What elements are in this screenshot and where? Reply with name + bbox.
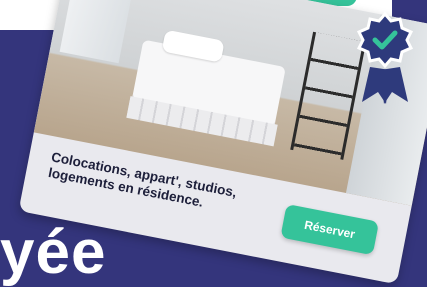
partial-heading: yée [0, 218, 107, 287]
photo-window [59, 0, 136, 64]
verified-badge-icon [356, 12, 414, 104]
photo-shelf [290, 31, 367, 160]
reserve-button[interactable]: Réserver [280, 203, 380, 256]
